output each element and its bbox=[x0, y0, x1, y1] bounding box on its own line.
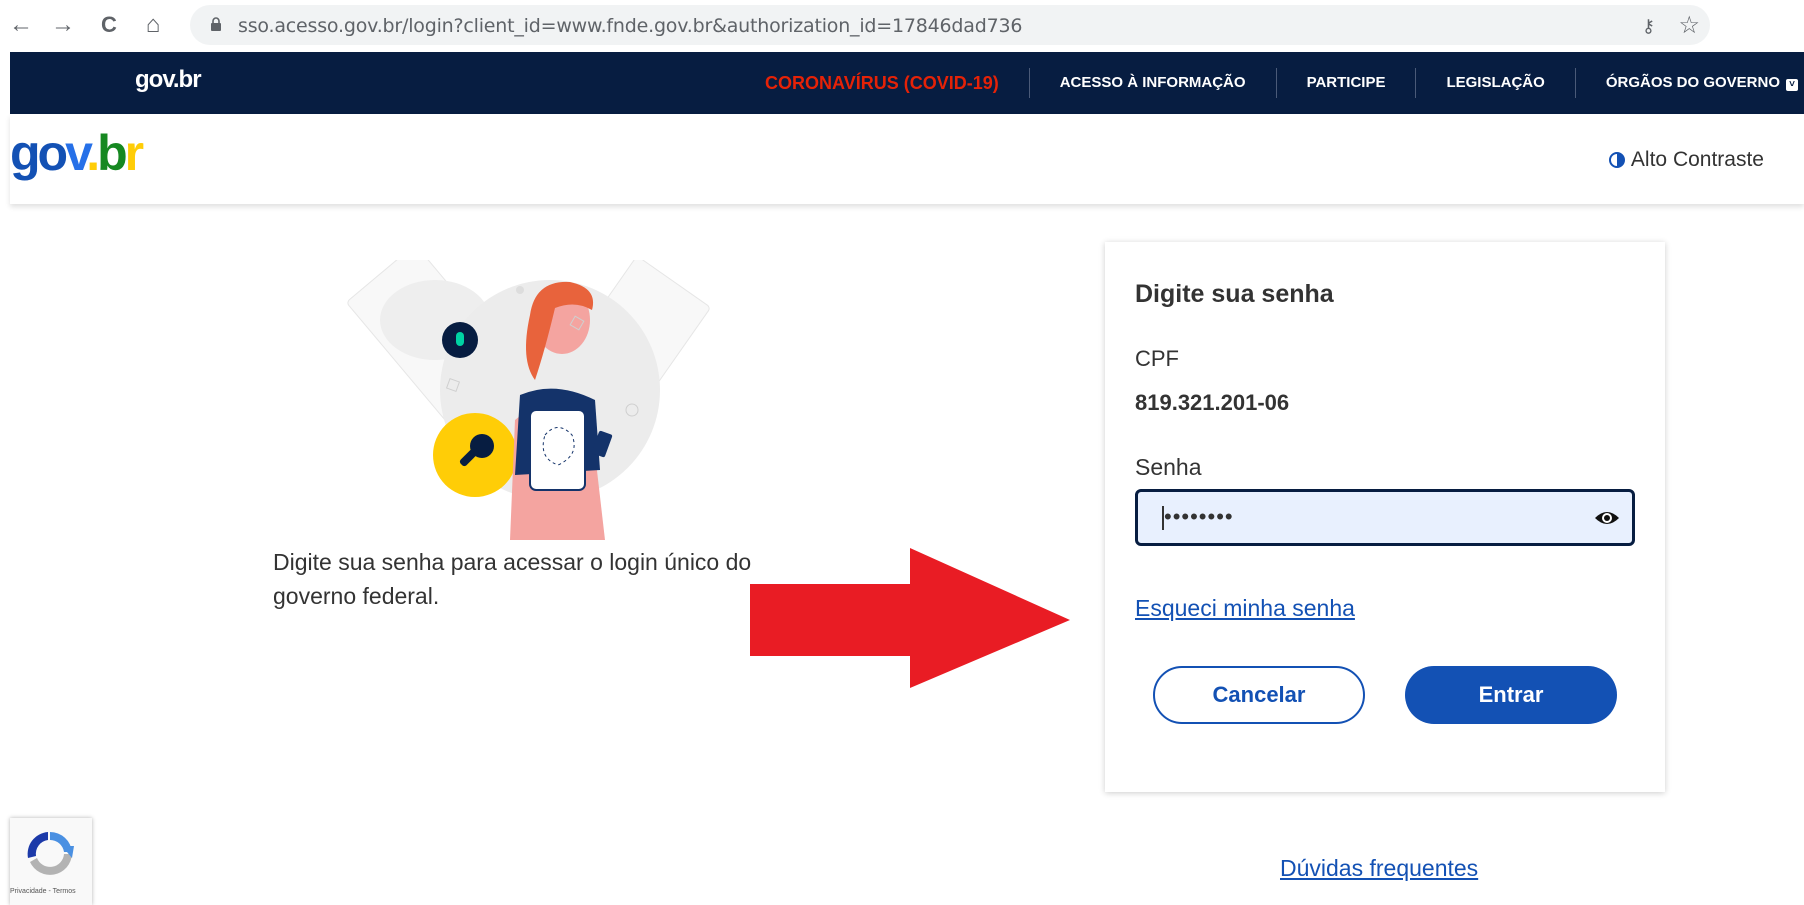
red-arrow-annotation bbox=[750, 548, 1070, 688]
nav-link-coronavirus[interactable]: CORONAVÍRUS (COVID-19) bbox=[735, 68, 1029, 98]
nav-link-legislacao[interactable]: LEGISLAÇÃO bbox=[1415, 68, 1574, 98]
faq-link[interactable]: Dúvidas frequentes bbox=[1280, 855, 1478, 882]
login-illustration bbox=[347, 260, 710, 540]
govbr-small-logo[interactable]: gov.br bbox=[135, 66, 202, 94]
forward-icon[interactable]: → bbox=[48, 10, 78, 40]
cpf-value: 819.321.201-06 bbox=[1135, 390, 1290, 415]
high-contrast-label: Alto Contraste bbox=[1630, 148, 1764, 171]
contrast-icon bbox=[1608, 152, 1625, 168]
bookmark-star-icon[interactable]: ☆ bbox=[1678, 11, 1700, 40]
home-icon[interactable]: ⌂ bbox=[138, 10, 168, 40]
nav-link-participe[interactable]: PARTICIPE bbox=[1275, 68, 1416, 98]
cpf-label: CPF bbox=[1135, 346, 1179, 371]
reload-icon[interactable]: C bbox=[94, 10, 124, 40]
password-label: Senha bbox=[1135, 454, 1202, 480]
url-text[interactable]: sso.acesso.gov.br/login?client_id=www.fn… bbox=[238, 15, 1022, 37]
nav-link-orgaos-governo[interactable]: ÓRGÃOS DO GOVERNO ˅ bbox=[1574, 68, 1804, 98]
card-title: Digite sua senha bbox=[1135, 280, 1334, 308]
nav-link-acesso-informacao[interactable]: ACESSO À INFORMAÇÃO bbox=[1028, 68, 1276, 98]
recaptcha-privacy-terms[interactable]: Privacidade - Termos bbox=[10, 888, 76, 895]
logo-letter: o bbox=[37, 125, 68, 181]
password-value[interactable]: •••••••• bbox=[1164, 504, 1234, 530]
logo-letter: b bbox=[97, 125, 127, 181]
recaptcha-icon bbox=[27, 831, 74, 875]
nav-link-orgaos-label: ÓRGÃOS DO GOVERNO bbox=[1605, 74, 1780, 91]
password-card: Digite sua senha CPF 819.321.201-06 Senh… bbox=[1105, 242, 1665, 792]
show-password-eye-icon[interactable] bbox=[1594, 507, 1620, 529]
browser-toolbar: ← → C ⌂ sso.acesso.gov.br/login?client_i… bbox=[0, 0, 1804, 50]
password-input[interactable]: •••••••• bbox=[1135, 489, 1635, 546]
key-icon[interactable]: ⚷ bbox=[1642, 16, 1655, 37]
login-intro-text: Digite sua senha para acessar o login ún… bbox=[273, 549, 752, 609]
lock-icon bbox=[211, 17, 221, 31]
enter-button[interactable]: Entrar bbox=[1405, 666, 1617, 724]
cancel-button[interactable]: Cancelar bbox=[1153, 666, 1365, 724]
back-icon[interactable]: ← bbox=[6, 10, 36, 40]
logo-letter: . bbox=[86, 125, 100, 181]
govbr-logo[interactable]: gov.br bbox=[10, 124, 145, 182]
logo-letter: g bbox=[10, 125, 40, 181]
government-top-bar: gov.br CORONAVÍRUS (COVID-19) ACESSO À I… bbox=[10, 52, 1804, 114]
chevron-down-icon: ˅ bbox=[1786, 79, 1798, 91]
logo-letter: v bbox=[65, 125, 89, 181]
logo-letter: r bbox=[124, 125, 145, 181]
forgot-password-link[interactable]: Esqueci minha senha bbox=[1135, 595, 1355, 622]
recaptcha-badge[interactable]: Privacidade - Termos bbox=[10, 818, 92, 905]
high-contrast-toggle[interactable]: Alto Contraste bbox=[1608, 148, 1764, 172]
top-nav-links: CORONAVÍRUS (COVID-19) ACESSO À INFORMAÇ… bbox=[735, 52, 1804, 114]
address-bar[interactable]: sso.acesso.gov.br/login?client_id=www.fn… bbox=[190, 5, 1710, 45]
site-header: gov.br Alto Contraste bbox=[10, 114, 1804, 204]
